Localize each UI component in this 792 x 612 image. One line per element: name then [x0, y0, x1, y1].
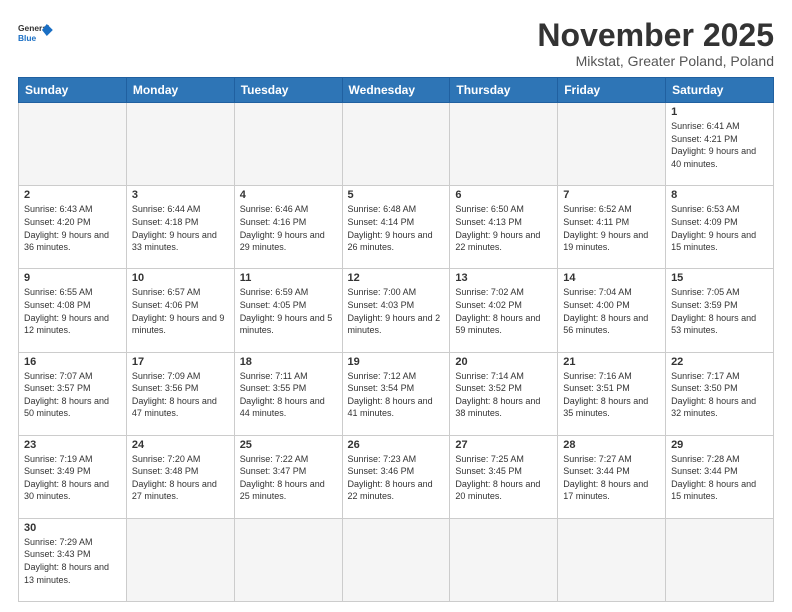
header-monday: Monday: [126, 78, 234, 103]
day-17: 17 Sunrise: 7:09 AMSunset: 3:56 PMDaylig…: [126, 352, 234, 435]
day-23: 23 Sunrise: 7:19 AMSunset: 3:49 PMDaylig…: [19, 435, 127, 518]
day-13: 13 Sunrise: 7:02 AMSunset: 4:02 PMDaylig…: [450, 269, 558, 352]
day-29: 29 Sunrise: 7:28 AMSunset: 3:44 PMDaylig…: [666, 435, 774, 518]
day-empty: [450, 518, 558, 601]
day-empty: [558, 103, 666, 186]
weekday-header-row: Sunday Monday Tuesday Wednesday Thursday…: [19, 78, 774, 103]
day-5: 5 Sunrise: 6:48 AMSunset: 4:14 PMDayligh…: [342, 186, 450, 269]
day-16: 16 Sunrise: 7:07 AMSunset: 3:57 PMDaylig…: [19, 352, 127, 435]
header-sunday: Sunday: [19, 78, 127, 103]
day-2: 2 Sunrise: 6:43 AMSunset: 4:20 PMDayligh…: [19, 186, 127, 269]
day-19: 19 Sunrise: 7:12 AMSunset: 3:54 PMDaylig…: [342, 352, 450, 435]
svg-text:Blue: Blue: [18, 33, 37, 43]
day-18: 18 Sunrise: 7:11 AMSunset: 3:55 PMDaylig…: [234, 352, 342, 435]
day-28: 28 Sunrise: 7:27 AMSunset: 3:44 PMDaylig…: [558, 435, 666, 518]
day-empty: [558, 518, 666, 601]
day-24: 24 Sunrise: 7:20 AMSunset: 3:48 PMDaylig…: [126, 435, 234, 518]
day-30: 30 Sunrise: 7:29 AMSunset: 3:43 PMDaylig…: [19, 518, 127, 601]
day-empty: [19, 103, 127, 186]
day-9: 9 Sunrise: 6:55 AMSunset: 4:08 PMDayligh…: [19, 269, 127, 352]
week-row-4: 16 Sunrise: 7:07 AMSunset: 3:57 PMDaylig…: [19, 352, 774, 435]
title-block: November 2025 Mikstat, Greater Poland, P…: [537, 18, 774, 69]
month-title: November 2025: [537, 18, 774, 53]
day-empty: [126, 103, 234, 186]
day-20: 20 Sunrise: 7:14 AMSunset: 3:52 PMDaylig…: [450, 352, 558, 435]
week-row-6: 30 Sunrise: 7:29 AMSunset: 3:43 PMDaylig…: [19, 518, 774, 601]
header-tuesday: Tuesday: [234, 78, 342, 103]
week-row-2: 2 Sunrise: 6:43 AMSunset: 4:20 PMDayligh…: [19, 186, 774, 269]
day-empty: [234, 518, 342, 601]
day-15: 15 Sunrise: 7:05 AMSunset: 3:59 PMDaylig…: [666, 269, 774, 352]
generalblue-logo-icon: GeneralBlue: [18, 18, 54, 48]
day-6: 6 Sunrise: 6:50 AMSunset: 4:13 PMDayligh…: [450, 186, 558, 269]
day-22: 22 Sunrise: 7:17 AMSunset: 3:50 PMDaylig…: [666, 352, 774, 435]
day-26: 26 Sunrise: 7:23 AMSunset: 3:46 PMDaylig…: [342, 435, 450, 518]
day-4: 4 Sunrise: 6:46 AMSunset: 4:16 PMDayligh…: [234, 186, 342, 269]
day-7: 7 Sunrise: 6:52 AMSunset: 4:11 PMDayligh…: [558, 186, 666, 269]
day-empty: [666, 518, 774, 601]
calendar-table: Sunday Monday Tuesday Wednesday Thursday…: [18, 77, 774, 602]
page: GeneralBlue November 2025 Mikstat, Great…: [0, 0, 792, 612]
header-thursday: Thursday: [450, 78, 558, 103]
location-subtitle: Mikstat, Greater Poland, Poland: [537, 53, 774, 69]
day-14: 14 Sunrise: 7:04 AMSunset: 4:00 PMDaylig…: [558, 269, 666, 352]
day-empty: [450, 103, 558, 186]
day-10: 10 Sunrise: 6:57 AMSunset: 4:06 PMDaylig…: [126, 269, 234, 352]
day-27: 27 Sunrise: 7:25 AMSunset: 3:45 PMDaylig…: [450, 435, 558, 518]
day-empty: [234, 103, 342, 186]
logo: GeneralBlue: [18, 18, 54, 48]
header: GeneralBlue November 2025 Mikstat, Great…: [18, 18, 774, 69]
day-3: 3 Sunrise: 6:44 AMSunset: 4:18 PMDayligh…: [126, 186, 234, 269]
day-8: 8 Sunrise: 6:53 AMSunset: 4:09 PMDayligh…: [666, 186, 774, 269]
week-row-5: 23 Sunrise: 7:19 AMSunset: 3:49 PMDaylig…: [19, 435, 774, 518]
day-11: 11 Sunrise: 6:59 AMSunset: 4:05 PMDaylig…: [234, 269, 342, 352]
week-row-3: 9 Sunrise: 6:55 AMSunset: 4:08 PMDayligh…: [19, 269, 774, 352]
week-row-1: 1 Sunrise: 6:41 AMSunset: 4:21 PMDayligh…: [19, 103, 774, 186]
header-wednesday: Wednesday: [342, 78, 450, 103]
day-25: 25 Sunrise: 7:22 AMSunset: 3:47 PMDaylig…: [234, 435, 342, 518]
day-12: 12 Sunrise: 7:00 AMSunset: 4:03 PMDaylig…: [342, 269, 450, 352]
day-empty: [342, 518, 450, 601]
day-1: 1 Sunrise: 6:41 AMSunset: 4:21 PMDayligh…: [666, 103, 774, 186]
day-empty: [342, 103, 450, 186]
day-empty: [126, 518, 234, 601]
day-21: 21 Sunrise: 7:16 AMSunset: 3:51 PMDaylig…: [558, 352, 666, 435]
header-friday: Friday: [558, 78, 666, 103]
header-saturday: Saturday: [666, 78, 774, 103]
